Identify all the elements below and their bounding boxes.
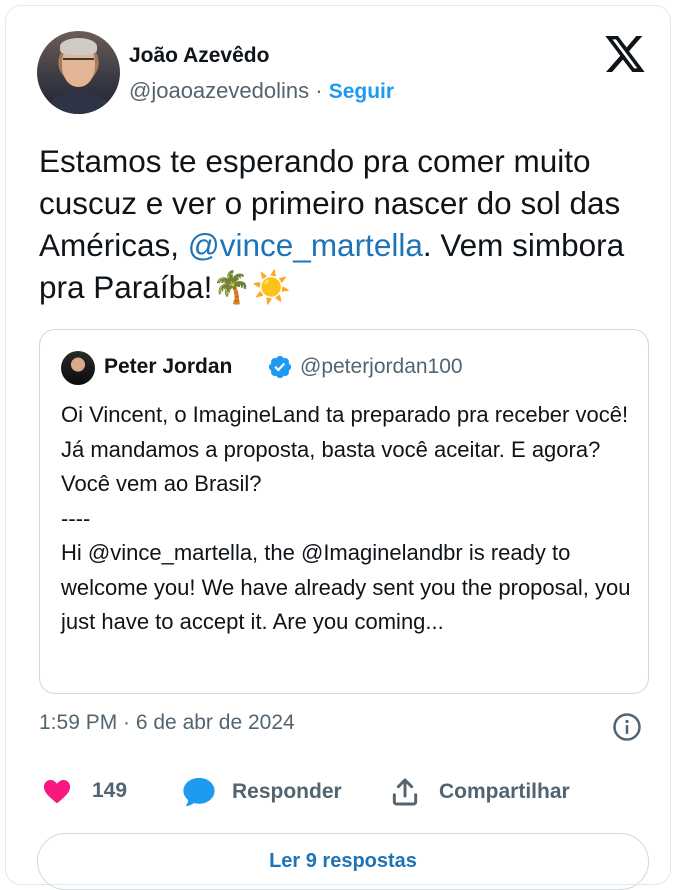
quoted-author-avatar[interactable]: [61, 351, 95, 385]
read-replies-button[interactable]: Ler 9 respostas: [37, 833, 649, 890]
x-logo-icon[interactable]: [605, 36, 645, 72]
quoted-author-handle[interactable]: @peterjordan100: [300, 355, 463, 379]
author-handle[interactable]: @joaoazevedolins: [129, 78, 309, 103]
reply-bubble-icon: [183, 777, 215, 807]
quoted-tweet[interactable]: Peter Jordan @peterjordan100 Oi Vincent,…: [39, 329, 649, 694]
tweet-text: Estamos te esperando pra comer muito cus…: [39, 140, 659, 309]
reply-label: Responder: [232, 780, 342, 803]
mention-link[interactable]: @vince_martella: [188, 227, 423, 263]
author-name[interactable]: João Azevêdo: [129, 44, 269, 68]
quoted-tweet-text: Oi Vincent, o ImagineLand ta preparado p…: [61, 402, 631, 634]
heart-icon: [43, 780, 71, 803]
verified-badge-icon: [268, 355, 292, 379]
tweet-actions: 149 Responder Compartilhar: [6, 776, 670, 820]
like-button[interactable]: 149: [42, 776, 127, 806]
meta-separator: ·: [315, 78, 323, 103]
share-label: Compartilhar: [439, 780, 570, 803]
author-meta: @joaoazevedolins · Seguir: [129, 78, 394, 104]
author-avatar[interactable]: [37, 31, 120, 114]
share-icon: [392, 778, 418, 806]
tweet-emojis: 🌴☀️: [212, 270, 291, 306]
quoted-author-name[interactable]: Peter Jordan: [104, 355, 232, 379]
like-count: 149: [92, 779, 128, 802]
tweet-card: João Azevêdo @joaoazevedolins · Seguir E…: [5, 5, 671, 890]
tweet-timestamp[interactable]: 1:59 PM · 6 de abr de 2024: [39, 711, 295, 735]
share-button[interactable]: Compartilhar: [389, 776, 570, 808]
info-icon[interactable]: [612, 712, 642, 742]
follow-button[interactable]: Seguir: [329, 80, 394, 103]
reply-button[interactable]: Responder: [182, 776, 342, 808]
